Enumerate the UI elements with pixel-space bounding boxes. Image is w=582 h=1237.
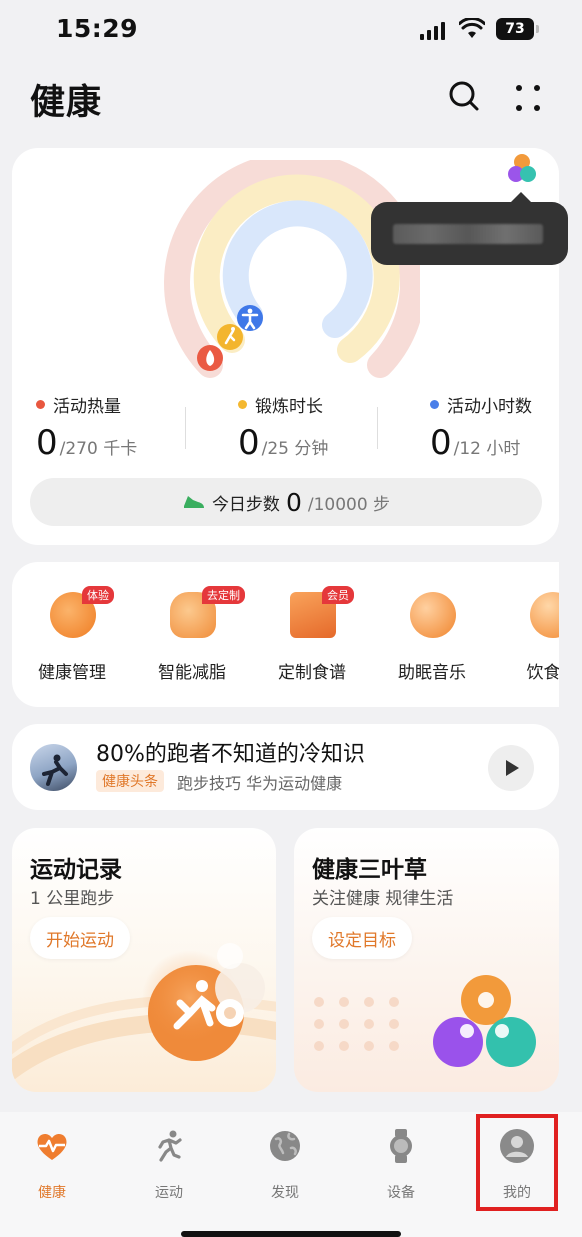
divider xyxy=(377,407,378,449)
steps-bar[interactable]: 今日步数 0 /10000 步 xyxy=(30,478,542,526)
service-badge: 去定制 xyxy=(202,586,245,604)
metric-value: 0 xyxy=(430,423,452,463)
service-diet[interactable]: 饮食日 xyxy=(492,562,559,707)
stand-dot xyxy=(430,400,439,409)
tab-health[interactable]: 健康 xyxy=(7,1128,97,1202)
tooltip-bubble xyxy=(371,192,568,265)
exercise-dot xyxy=(238,400,247,409)
wifi-icon xyxy=(459,18,485,38)
service-badge: 体验 xyxy=(82,586,114,604)
play-icon xyxy=(506,760,519,776)
service-smart-fat-loss[interactable]: 去定制 智能减脂 xyxy=(132,562,252,707)
watch-icon xyxy=(390,1129,412,1163)
metric-goal: /270 千卡 xyxy=(59,439,138,459)
moon-music-icon xyxy=(410,592,456,638)
globe-icon xyxy=(270,1131,300,1161)
set-goal-button[interactable]: 设定目标 xyxy=(312,917,412,959)
search-icon[interactable] xyxy=(446,78,482,114)
service-name: 助眠音乐 xyxy=(398,663,466,683)
article-thumbnail xyxy=(30,744,77,791)
signal-icon xyxy=(420,22,450,40)
service-custom-recipe[interactable]: 会员 定制食谱 xyxy=(252,562,372,707)
grid-dots-icon[interactable] xyxy=(510,80,546,116)
tab-label: 发现 xyxy=(271,1185,299,1201)
service-name: 健康管理 xyxy=(38,663,106,683)
clover-icon xyxy=(508,154,536,182)
metric-label: 活动热量 xyxy=(53,397,121,417)
tab-exercise[interactable]: 运动 xyxy=(124,1128,214,1202)
start-exercise-button[interactable]: 开始运动 xyxy=(30,917,130,959)
metric-label: 活动小时数 xyxy=(447,397,532,417)
metric-exercise: 锻炼时长 0/25 分钟 xyxy=(238,392,388,463)
service-name: 定制食谱 xyxy=(278,663,346,683)
metric-calories: 活动热量 0/270 千卡 xyxy=(36,392,186,463)
tab-discover[interactable]: 发现 xyxy=(240,1128,330,1202)
divider xyxy=(185,407,186,449)
article-subtitle: 跑步技巧 华为运动健康 xyxy=(177,774,343,793)
steps-label: 今日步数 xyxy=(211,494,280,515)
highlight-box xyxy=(476,1114,558,1211)
health-clover-card[interactable]: 健康三叶草 关注健康 规律生活 设定目标 xyxy=(294,828,559,1092)
steps-value: 0 xyxy=(285,487,302,517)
steps-goal: /10000 步 xyxy=(307,494,391,515)
article-tag: 健康头条 xyxy=(96,770,164,792)
play-button[interactable] xyxy=(488,745,534,791)
service-health-management[interactable]: 体验 健康管理 xyxy=(12,562,132,707)
metric-goal: /12 小时 xyxy=(453,439,521,459)
card-subtitle: 关注健康 规律生活 xyxy=(312,889,454,909)
card-subtitle: 1 公里跑步 xyxy=(30,889,115,909)
metric-stand: 活动小时数 0/12 小时 xyxy=(430,392,580,463)
status-time: 15:29 xyxy=(56,14,139,43)
service-name: 饮食日 xyxy=(526,663,560,683)
tab-label: 设备 xyxy=(387,1185,415,1201)
exercise-record-card[interactable]: 运动记录 1 公里跑步 开始运动 xyxy=(12,828,276,1092)
service-sleep-music[interactable]: 助眠音乐 xyxy=(372,562,492,707)
metric-label: 锻炼时长 xyxy=(255,397,323,417)
tab-devices[interactable]: 设备 xyxy=(356,1128,446,1202)
battery-icon: 73 xyxy=(496,18,539,40)
article-title[interactable]: 80%的跑者不知道的冷知识 xyxy=(96,736,365,768)
activity-rings[interactable] xyxy=(150,160,420,380)
food-bowl-icon xyxy=(530,592,559,638)
clover-shortcut[interactable] xyxy=(486,148,558,192)
card-title: 健康三叶草 xyxy=(312,857,427,883)
page-title: 健康 xyxy=(30,83,103,123)
metric-value: 0 xyxy=(238,423,260,463)
services-row: 体验 健康管理 去定制 智能减脂 会员 定制食谱 助眠音乐 饮食日 xyxy=(12,562,559,707)
shoe-icon xyxy=(183,496,204,508)
card-title: 运动记录 xyxy=(30,857,122,883)
tab-label: 运动 xyxy=(155,1185,183,1201)
heart-pulse-icon xyxy=(37,1133,67,1160)
metric-goal: /25 分钟 xyxy=(261,439,329,459)
runner-icon xyxy=(158,1130,182,1162)
calories-dot xyxy=(36,400,45,409)
metric-value: 0 xyxy=(36,423,58,463)
home-indicator xyxy=(181,1231,401,1237)
service-badge: 会员 xyxy=(322,586,354,604)
service-name: 智能减脂 xyxy=(158,663,226,683)
tab-label: 健康 xyxy=(38,1185,66,1201)
